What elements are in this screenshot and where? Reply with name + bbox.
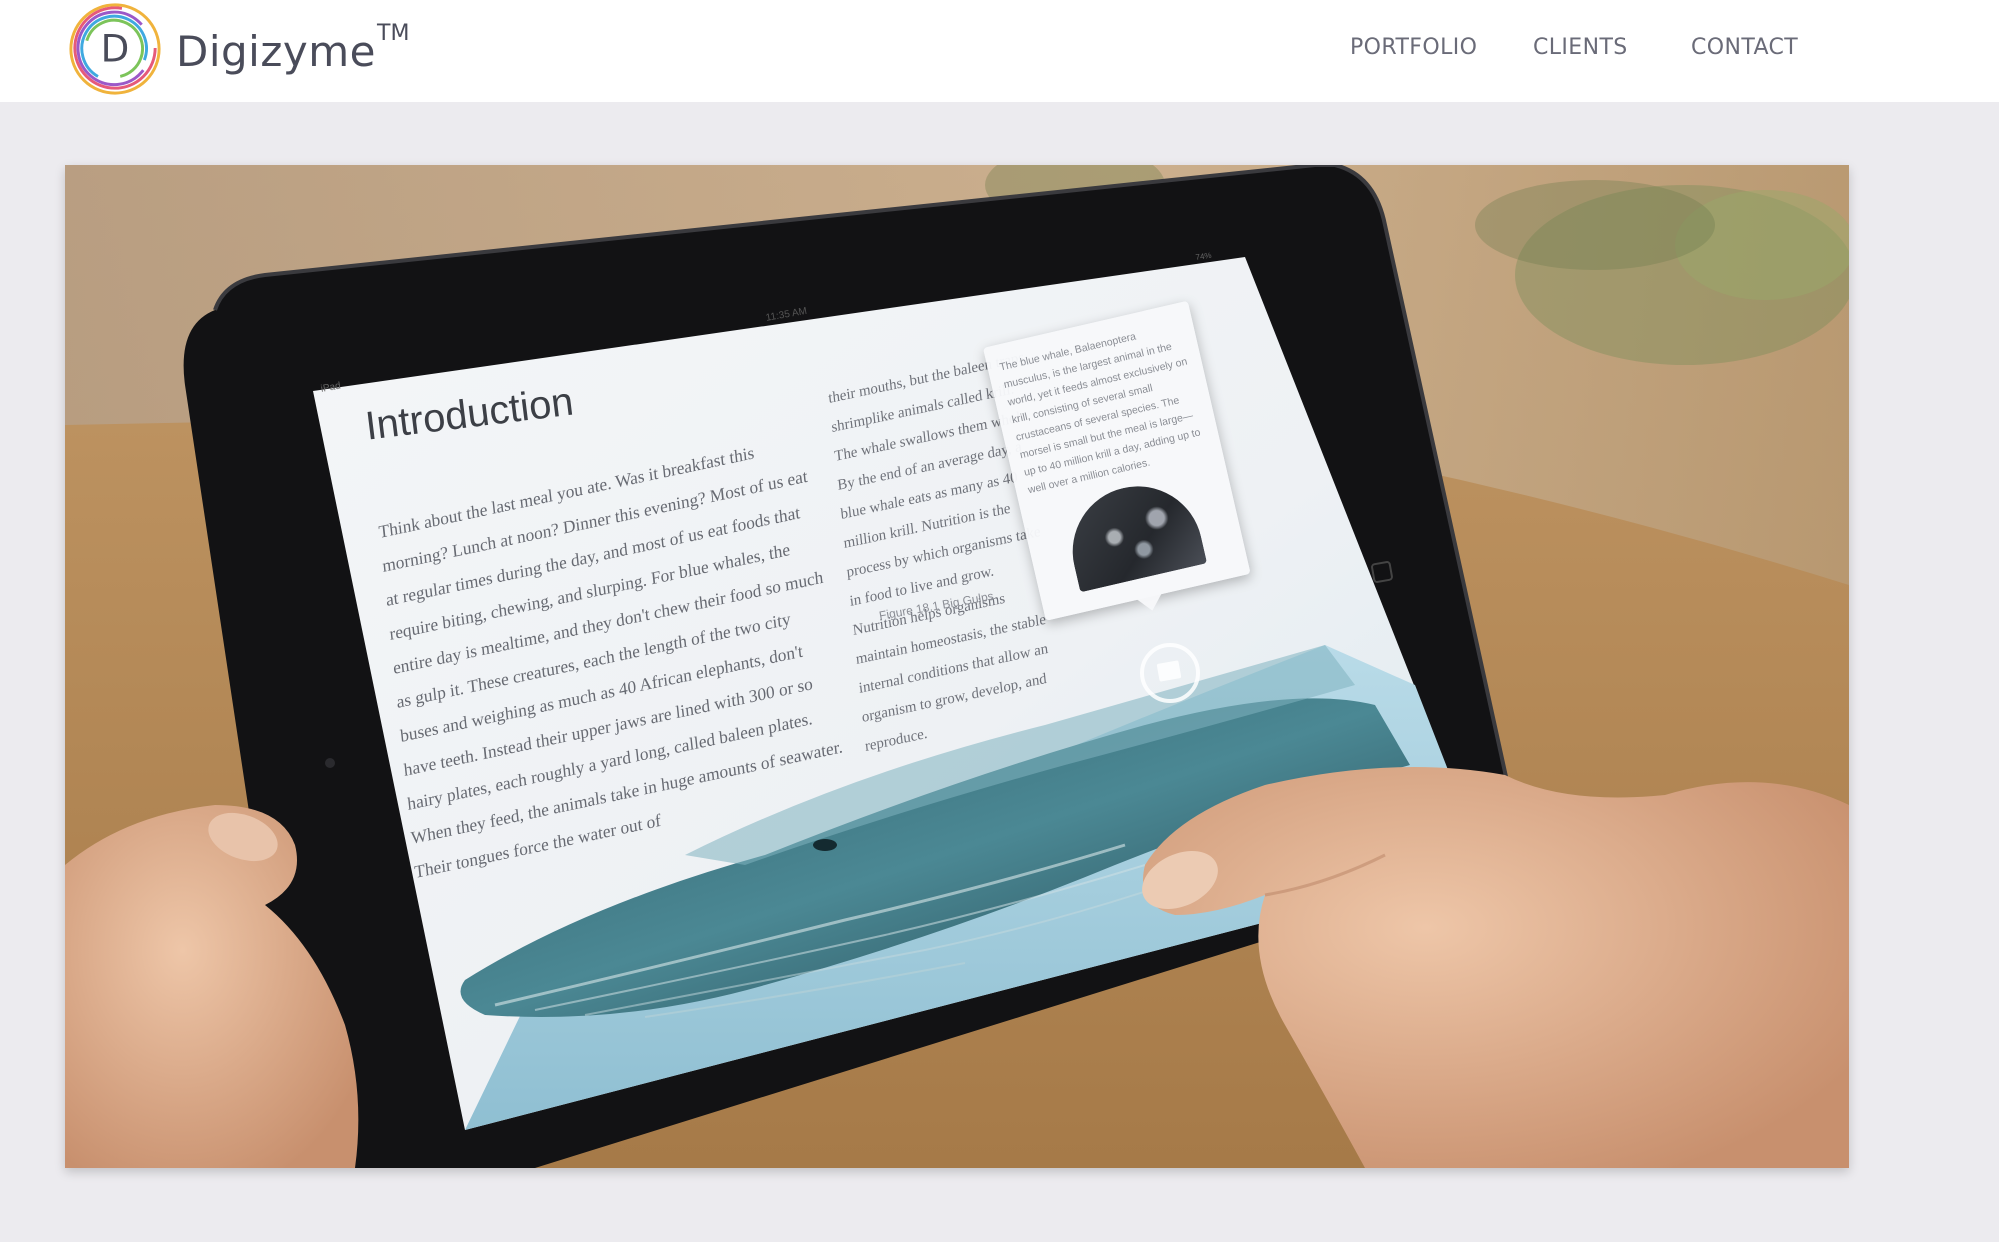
digizyme-logo[interactable]: D Digizyme TM (66, 0, 409, 98)
logo-rings-icon: D (69, 3, 161, 95)
logo-wordmark: Digizyme (176, 27, 376, 76)
nav-portfolio-link[interactable]: PORTFOLIO (1350, 35, 1477, 60)
hero-image: iPad 11:35 AM 74% Introduction Think abo… (65, 165, 1849, 1168)
svg-text:D: D (101, 27, 130, 71)
nav-contact-link[interactable]: CONTACT (1691, 35, 1798, 60)
logo-trademark: TM (377, 20, 410, 46)
site-header: D Digizyme TM PORTFOLIO CLIENTS CONTACT (0, 0, 1999, 102)
nav-clients-link[interactable]: CLIENTS (1533, 35, 1628, 60)
